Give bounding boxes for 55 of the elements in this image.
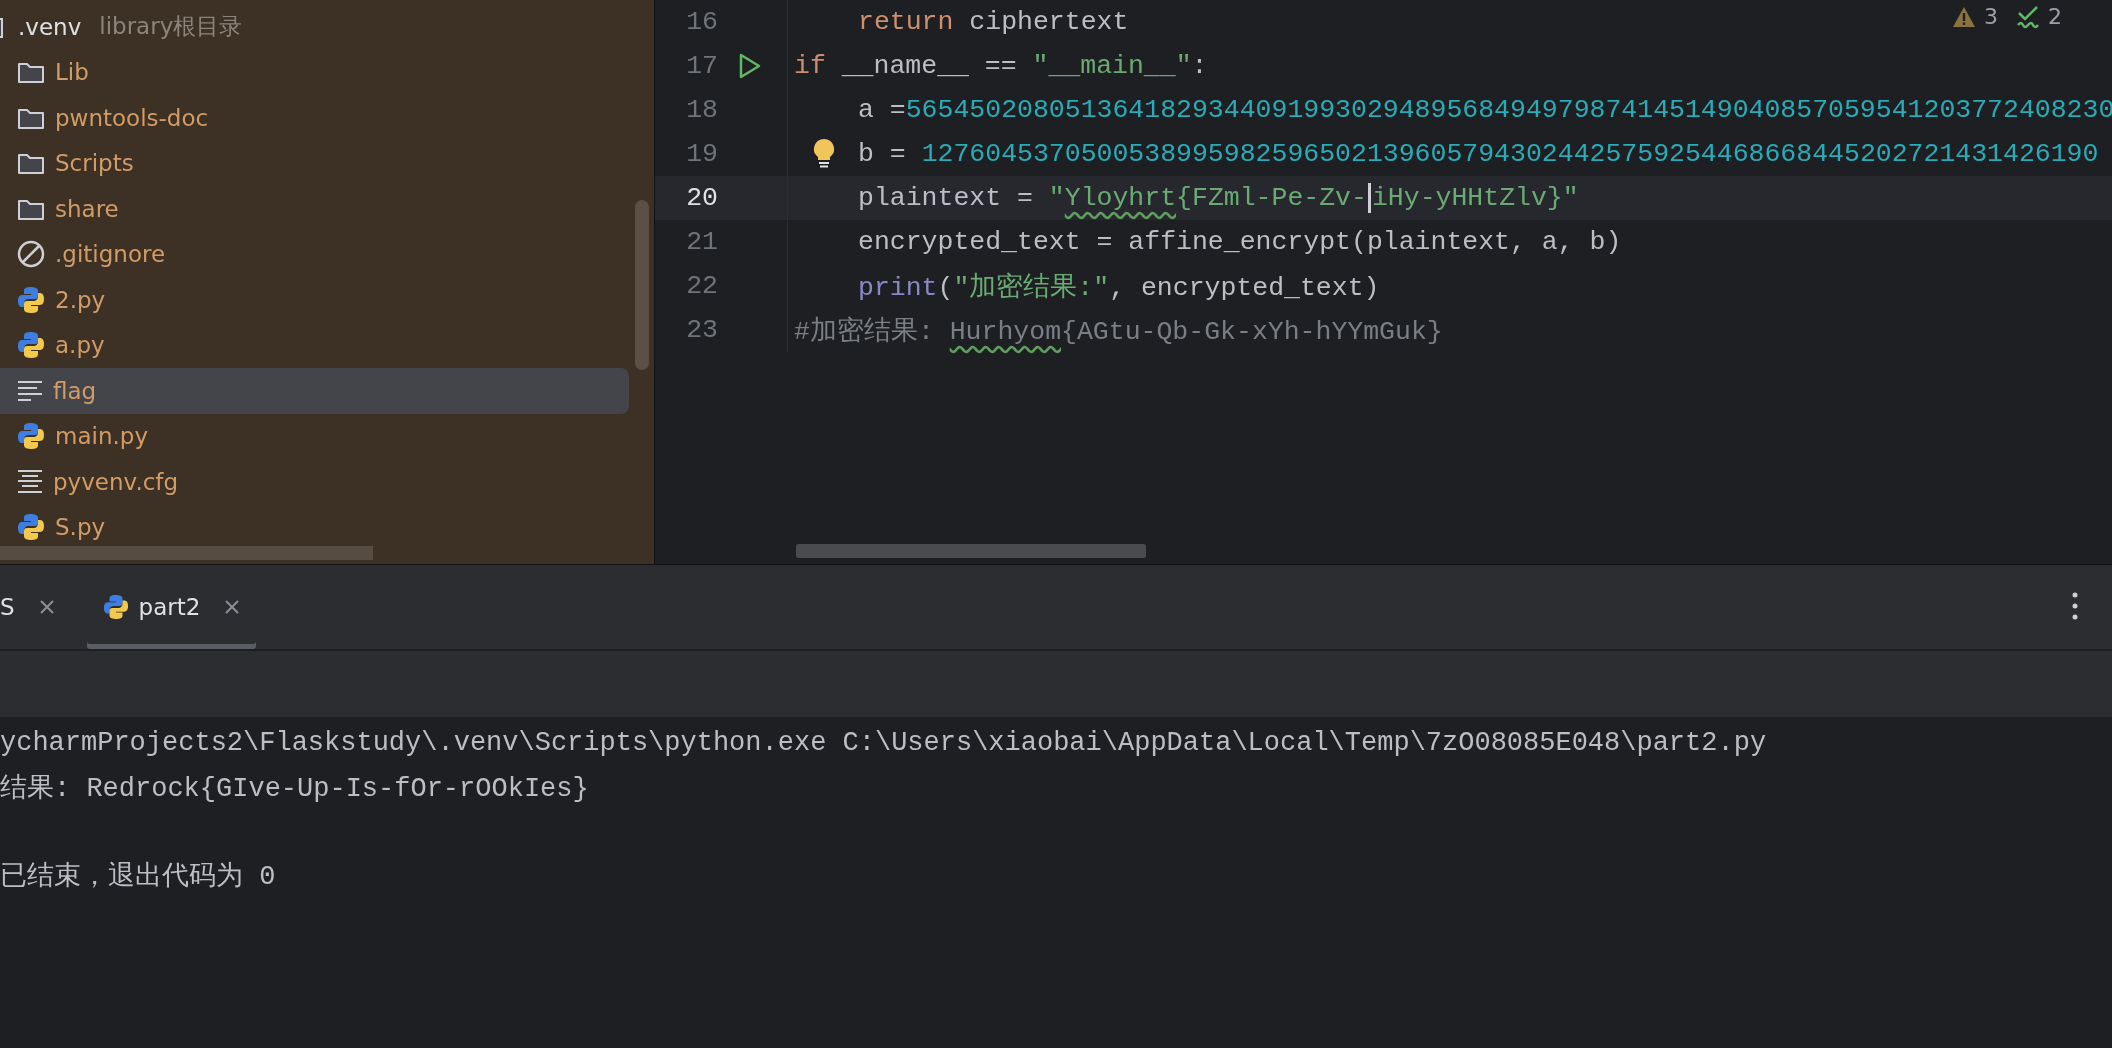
console-line: ycharmProjects2\Flaskstudy\.venv\Scripts\python.exe C:\Users\xiaobai\AppData\Local\Temp\7zO08085E048\part2.py [0, 727, 1768, 760]
line-number: 17 [685, 51, 718, 81]
line-number: 23 [685, 315, 718, 345]
code-line: #加密结果: Hurhyom{AGtu-Qb-Gk-xYh-hYYmGuk} [794, 315, 1443, 348]
tree-item[interactable]: Lib [55, 59, 89, 86]
tree-item[interactable]: S.py [55, 514, 106, 541]
line-number: 16 [685, 7, 718, 37]
console-line: 结果: Redrock{GIve-Up-Is-fOr-rOOkIes} [0, 773, 590, 806]
code-line: return ciphertext [858, 7, 1129, 37]
code-line: plaintext = "Yloyhrt{FZml-Pe-Zv- iHy-yHHtZlv}" [858, 183, 1579, 213]
typo-count: 2 [2048, 4, 2062, 29]
config-file-icon [17, 468, 43, 495]
run-tab[interactable]: S [0, 565, 71, 649]
close-icon[interactable] [38, 599, 55, 615]
tree-item[interactable]: .venv [18, 13, 82, 40]
close-icon[interactable] [224, 599, 241, 615]
tree-item[interactable]: share [55, 195, 119, 222]
line-number: 19 [685, 139, 718, 169]
tree-item-highlight[interactable]: flag [0, 368, 629, 414]
line-number: 21 [685, 227, 718, 257]
tree-item[interactable]: pyvenv.cfg [53, 468, 179, 495]
tree-item[interactable]: .gitignore [55, 241, 166, 268]
run-icon[interactable] [738, 53, 762, 79]
tree-item[interactable]: pwntools-doc [55, 104, 209, 131]
tree-item[interactable]: main.py [55, 423, 148, 450]
scrollbar[interactable] [796, 544, 1146, 558]
python-icon [17, 331, 45, 360]
python-icon [17, 285, 45, 314]
python-icon [17, 513, 45, 542]
line-number: 20 [685, 183, 718, 213]
code-line: if __name__ == "__main__": [794, 51, 1208, 81]
code-line: print("加密结果:", encrypted_text) [858, 271, 1380, 304]
text-file-icon [17, 379, 43, 402]
lightbulb-icon[interactable] [813, 138, 835, 168]
root-hint: library根目录 [99, 12, 243, 42]
tree-item[interactable]: flag [53, 377, 97, 404]
scrollbar[interactable] [635, 200, 649, 370]
python-icon [17, 422, 45, 451]
tree-item[interactable]: 2.py [55, 286, 106, 313]
warning-count: 3 [1984, 4, 1998, 29]
line-number: 18 [685, 95, 718, 125]
exit-message: 已结束，退出代码为 0 [0, 860, 277, 894]
tree-item[interactable]: a.py [55, 332, 105, 359]
line-number: 22 [685, 271, 718, 301]
check-icon[interactable] [2016, 4, 2040, 29]
code-line: encrypted_text = affine_encrypt(plaintext, a, b) [858, 227, 1622, 257]
code-line: a =5654502080513641829344091993029489568494979874145149040857059541203772408230 [858, 95, 2112, 125]
scrollbar[interactable] [0, 546, 373, 560]
warning-icon[interactable] [1952, 5, 1976, 28]
code-line: b = 12760453705005389959825965021396057943024425759254468668445202721431426190 [858, 139, 2099, 169]
prohibited-icon [17, 240, 45, 269]
run-tab[interactable]: part2 [86, 565, 257, 649]
python-icon [102, 594, 129, 620]
more-icon[interactable] [2072, 592, 2078, 620]
tree-item[interactable]: Scripts [55, 150, 134, 177]
